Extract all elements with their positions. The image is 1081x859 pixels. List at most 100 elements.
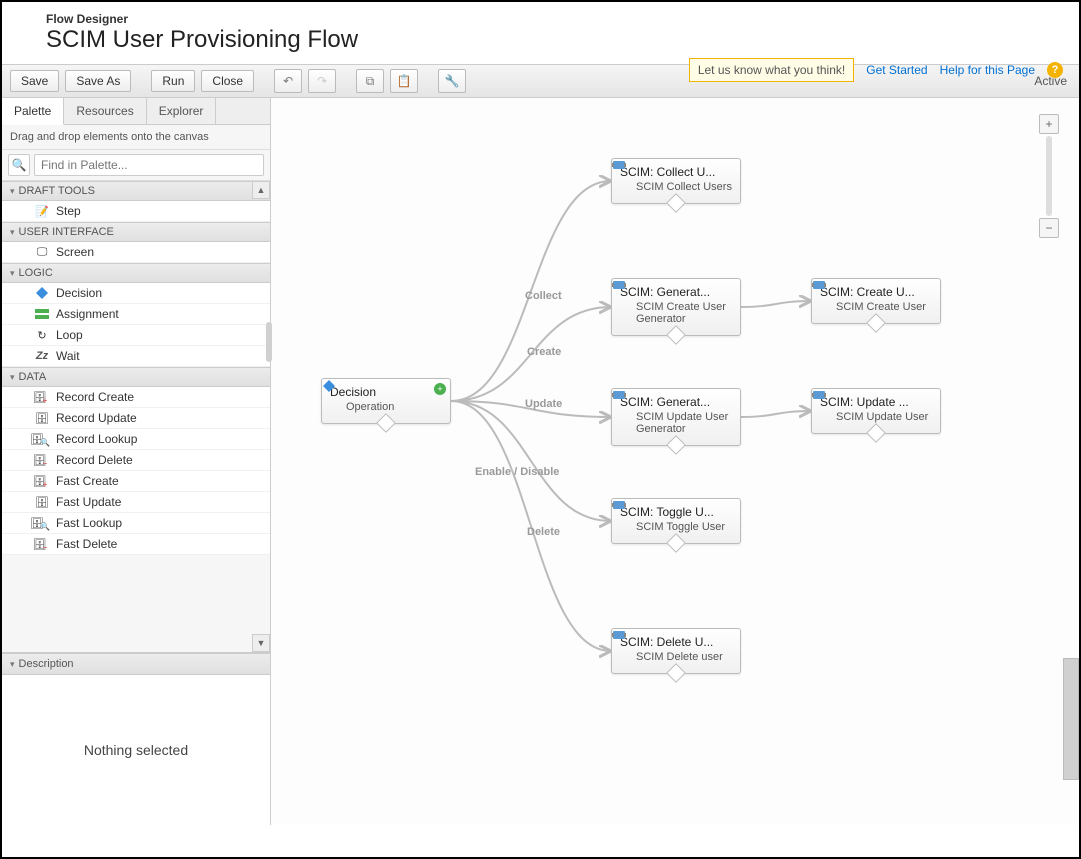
node-title: SCIM: Create U... xyxy=(820,285,932,299)
flow-edge[interactable] xyxy=(741,411,811,417)
flow-edge[interactable] xyxy=(451,401,611,521)
zoom-out-button[interactable]: − xyxy=(1039,218,1059,238)
palette-item-label: Step xyxy=(56,204,81,218)
undo-icon[interactable]: ↶ xyxy=(274,69,302,93)
flow-node-toggle[interactable]: SCIM: Toggle U...SCIM Toggle User xyxy=(611,498,741,544)
flow-node-decision[interactable]: +DecisionOperation xyxy=(321,378,451,424)
feedback-button[interactable]: Let us know what you think! xyxy=(689,58,854,82)
edge-label: Create xyxy=(527,346,561,358)
flow-node-create[interactable]: SCIM: Create U...SCIM Create User xyxy=(811,278,941,324)
add-icon[interactable]: + xyxy=(434,383,446,395)
palette-item[interactable]: 🗄 Record Update xyxy=(2,408,270,429)
node-title: SCIM: Update ... xyxy=(820,395,932,409)
palette-item-label: Fast Lookup xyxy=(56,516,122,530)
canvas-right-scrollbar[interactable] xyxy=(1063,658,1079,780)
tab-resources[interactable]: Resources xyxy=(64,98,146,124)
plug-icon xyxy=(820,411,832,423)
db-lookup-icon: 🗄🔍 xyxy=(34,432,50,446)
edge-label: Update xyxy=(525,398,562,410)
palette-item-label: Record Update xyxy=(56,411,137,425)
palette-item-label: Wait xyxy=(56,349,80,363)
scroll-down-icon[interactable]: ▼ xyxy=(252,634,270,652)
db-fast-delete-icon: 🗄− xyxy=(34,537,50,551)
db-update-icon: 🗄 xyxy=(34,411,50,425)
step-icon: 📝 xyxy=(34,204,50,218)
node-subtitle: SCIM Update User Generator xyxy=(636,411,732,435)
redo-icon[interactable]: ↷ xyxy=(308,69,336,93)
search-icon[interactable]: 🔍 xyxy=(8,154,30,176)
palette-item-label: Fast Update xyxy=(56,495,121,509)
edge-label: Enable / Disable xyxy=(475,466,559,478)
assignment-icon xyxy=(34,307,50,321)
palette-item[interactable]: Assignment xyxy=(2,304,270,325)
flow-canvas[interactable]: + − +DecisionOperation SCIM: Collect U...… xyxy=(271,98,1079,825)
flow-node-delete[interactable]: SCIM: Delete U... SCIM Delete user xyxy=(611,628,741,674)
wrench-icon[interactable]: 🔧 xyxy=(438,69,466,93)
palette-item[interactable]: 🗄+Fast Create xyxy=(2,471,270,492)
palette-hint: Drag and drop elements onto the canvas xyxy=(2,125,270,150)
node-subtitle: SCIM Delete user xyxy=(636,651,723,663)
close-button[interactable]: Close xyxy=(201,70,254,92)
palette-item[interactable]: 🗄🔍 Fast Lookup xyxy=(2,513,270,534)
flow-node-genUpdate[interactable]: SCIM: Generat...SCIM Update User Generat… xyxy=(611,388,741,446)
scroll-up-icon[interactable]: ▲ xyxy=(252,181,270,199)
node-title: SCIM: Toggle U... xyxy=(620,505,732,519)
plug-icon xyxy=(620,301,632,313)
palette-item[interactable]: ↻ Loop xyxy=(2,325,270,346)
tab-explorer[interactable]: Explorer xyxy=(147,98,217,124)
palette-item-label: Loop xyxy=(56,328,83,342)
node-title: SCIM: Delete U... xyxy=(620,635,732,649)
flow-edge[interactable] xyxy=(741,301,811,307)
paste-icon[interactable]: 📋 xyxy=(390,69,418,93)
palette-item[interactable]: 📝 Step xyxy=(2,201,270,222)
plug-icon xyxy=(620,411,632,423)
palette-list[interactable]: DRAFT TOOLS 📝 Step USER INTERFACE🖵ScreenLOG… xyxy=(2,181,270,652)
palette-item[interactable]: 🗄🔍Record Lookup xyxy=(2,429,270,450)
wait-icon: Zz xyxy=(34,349,50,363)
zoom-slider[interactable] xyxy=(1046,136,1052,216)
flow-node-update[interactable]: SCIM: Update ... SCIM Update User xyxy=(811,388,941,434)
help-icon[interactable]: ? xyxy=(1047,62,1063,78)
flow-node-collect[interactable]: SCIM: Collect U...SCIM Collect Users xyxy=(611,158,741,204)
copy-icon[interactable]: ⧉ xyxy=(356,69,384,93)
plug-icon xyxy=(330,401,342,413)
node-subtitle: Operation xyxy=(346,401,394,413)
tab-palette[interactable]: Palette xyxy=(2,98,64,125)
flow-node-genCreate[interactable]: SCIM: Generat...SCIM Create User Generat… xyxy=(611,278,741,336)
palette-item-label: Fast Create xyxy=(56,474,119,488)
plug-icon xyxy=(620,521,632,533)
node-subtitle: SCIM Update User xyxy=(836,411,928,423)
run-button[interactable]: Run xyxy=(151,70,195,92)
palette-item[interactable]: Decision xyxy=(2,283,270,304)
edge-label: Delete xyxy=(527,526,560,538)
palette-category[interactable]: LOGIC xyxy=(2,263,270,283)
zoom-in-button[interactable]: + xyxy=(1039,114,1059,134)
node-subtitle: SCIM Collect Users xyxy=(636,181,732,193)
db-fast-lookup-icon: 🗄🔍 xyxy=(34,516,50,530)
palette-item[interactable]: 🗄+Record Create xyxy=(2,387,270,408)
palette-item[interactable]: 🗄−Record Delete xyxy=(2,450,270,471)
palette-item-label: Assignment xyxy=(56,307,119,321)
plug-icon xyxy=(620,651,632,663)
palette-category[interactable]: DATA xyxy=(2,367,270,387)
db-fast-update-icon: 🗄 xyxy=(34,495,50,509)
breadcrumb-subtitle: Flow Designer xyxy=(46,12,1059,26)
palette-item[interactable]: Zz Wait xyxy=(2,346,270,367)
save-button[interactable]: Save xyxy=(10,70,59,92)
palette-category[interactable]: USER INTERFACE xyxy=(2,222,270,242)
description-header[interactable]: Description xyxy=(2,653,270,675)
left-splitter[interactable] xyxy=(266,322,272,362)
help-link[interactable]: Help for this Page xyxy=(940,63,1035,77)
palette-item[interactable]: 🗄−Fast Delete xyxy=(2,534,270,555)
db-create-icon: 🗄+ xyxy=(34,390,50,404)
node-title: SCIM: Generat... xyxy=(620,285,732,299)
save-as-button[interactable]: Save As xyxy=(65,70,131,92)
palette-item[interactable]: 🖵Screen xyxy=(2,242,270,263)
palette-category[interactable]: DRAFT TOOLS xyxy=(2,181,270,201)
palette-item-label: Record Delete xyxy=(56,453,133,467)
palette-item-label: Screen xyxy=(56,245,94,259)
palette-item[interactable]: 🗄 Fast Update xyxy=(2,492,270,513)
loop-icon: ↻ xyxy=(34,328,50,342)
get-started-link[interactable]: Get Started xyxy=(866,63,927,77)
palette-search-input[interactable] xyxy=(34,154,264,176)
